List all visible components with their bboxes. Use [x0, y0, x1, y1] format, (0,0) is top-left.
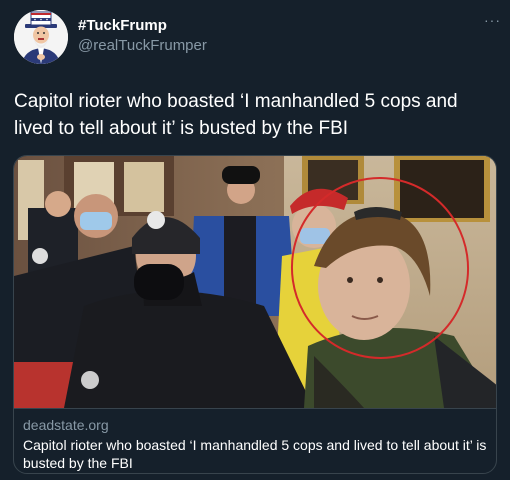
user-handle[interactable]: @realTuckFrumper	[78, 37, 207, 54]
card-title[interactable]: Capitol rioter who boasted ‘I manhandled…	[23, 436, 489, 472]
card-photo	[14, 156, 496, 408]
uncle-sam-avatar-icon	[14, 10, 68, 64]
card-footer[interactable]: deadstate.org Capitol rioter who boasted…	[14, 408, 496, 473]
card-domain: deadstate.org	[23, 417, 109, 433]
link-card[interactable]: deadstate.org Capitol rioter who boasted…	[13, 155, 497, 474]
tweet-text: Capitol rioter who boasted ‘I manhandled…	[14, 91, 458, 139]
tweet: #TuckFrump @realTuckFrumper ··· Capitol …	[0, 0, 510, 480]
display-name[interactable]: #TuckFrump	[78, 17, 167, 34]
more-options-icon[interactable]: ···	[484, 12, 501, 28]
avatar[interactable]	[14, 10, 68, 64]
